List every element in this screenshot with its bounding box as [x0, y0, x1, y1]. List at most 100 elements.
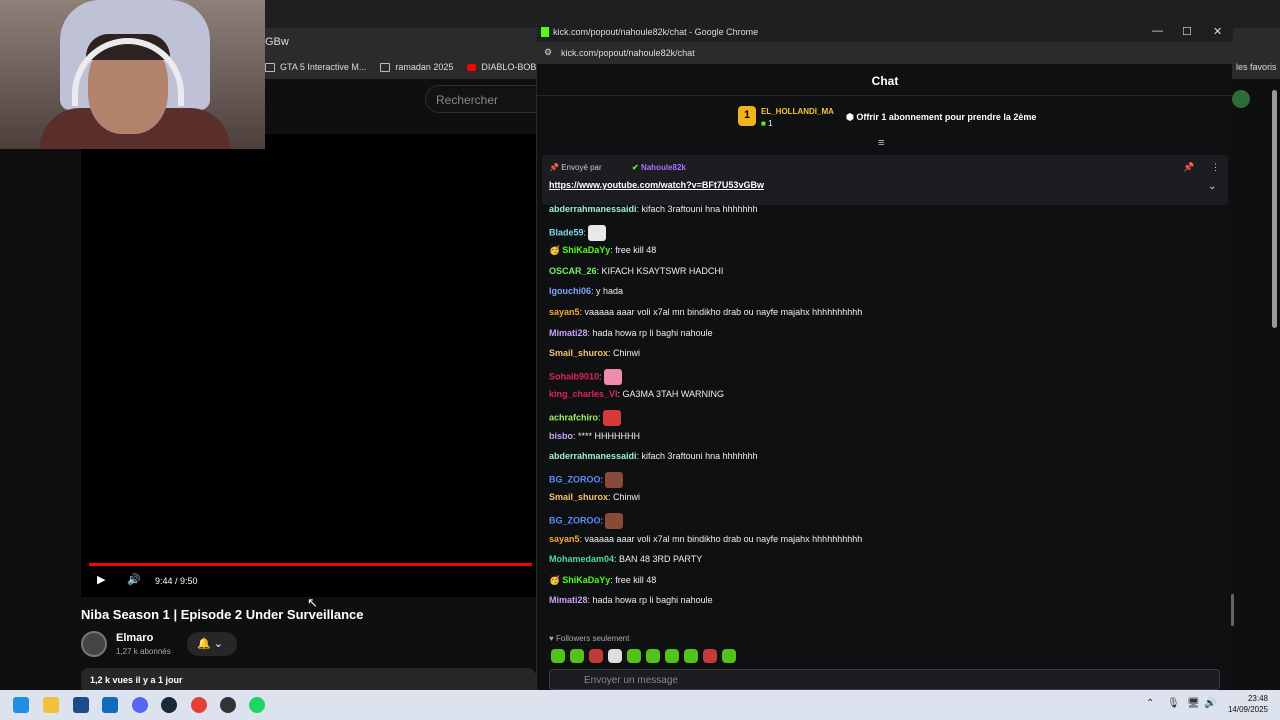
spotify-icon[interactable]	[249, 697, 265, 713]
emote-bar	[551, 649, 736, 663]
chat-message[interactable]: OSCAR_26: KIFACH KSAYTSWR HADCHI	[549, 266, 723, 276]
chat-message[interactable]: Sohaib9010:	[549, 368, 622, 385]
chat-username[interactable]: sayan5	[549, 534, 580, 544]
video-player[interactable]	[81, 134, 536, 597]
chat-message[interactable]: Blade59:	[549, 224, 607, 241]
page-scrollbar[interactable]	[1272, 90, 1277, 328]
chat-message[interactable]: achrafchiro:	[549, 410, 621, 426]
maximize-button[interactable]: ☐	[1182, 25, 1192, 38]
gift-subscription-button[interactable]: ⬢ Offrir 1 abonnement pour prendre la 2è…	[846, 112, 1036, 123]
collapse-icon[interactable]: ≡	[878, 137, 884, 149]
chat-message[interactable]: king_charles_VI: GA3MA 3TAH WARNING	[549, 389, 724, 399]
emote-button[interactable]	[665, 649, 679, 663]
emote-button[interactable]	[722, 649, 736, 663]
background-tab-title[interactable]: GBw	[265, 36, 289, 48]
chat-message[interactable]: Mohamedam04: BAN 48 3RD PARTY	[549, 554, 702, 564]
emote-button[interactable]	[646, 649, 660, 663]
steam-icon[interactable]	[161, 697, 177, 713]
chat-message-input[interactable]: Envoyer un message	[549, 669, 1220, 690]
user-avatar[interactable]	[1232, 90, 1250, 108]
store-icon[interactable]	[73, 697, 89, 713]
chat-message[interactable]: 🥳 ShiKaDaYy: free kill 48	[549, 245, 656, 256]
chat-username[interactable]: Mimati28	[549, 328, 588, 338]
minimize-button[interactable]: —	[1152, 25, 1163, 37]
channel-avatar[interactable]	[81, 631, 107, 657]
emote-button[interactable]	[589, 649, 603, 663]
gift-leaderboard: 1 EL_HOLLANDI_MA ■ 1 ⬢ Offrir 1 abonneme…	[537, 96, 1233, 142]
chat-message[interactable]: Smail_shurox: Chinwi	[549, 492, 640, 502]
chat-username[interactable]: bisbo	[549, 431, 573, 441]
outlook-icon[interactable]	[102, 697, 118, 713]
close-button[interactable]: ✕	[1213, 25, 1222, 38]
mouse-cursor-icon: ↖	[307, 595, 318, 610]
search-input[interactable]: Rechercher	[425, 85, 545, 113]
chat-username[interactable]: Mohamedam04	[549, 554, 614, 564]
subscribe-bell-button[interactable]: 🔔 ⌄	[187, 632, 237, 656]
chat-username[interactable]: lgouchi06	[549, 286, 591, 296]
video-progress-bar[interactable]	[89, 563, 532, 566]
chat-message[interactable]: BG_ZOROO:	[549, 513, 624, 529]
popup-url[interactable]: kick.com/popout/nahoule82k/chat	[561, 48, 695, 58]
windows-start-icon[interactable]	[13, 697, 29, 713]
chevron-down-icon[interactable]: ⌄	[1208, 181, 1216, 192]
chat-username[interactable]: king_charles_VI	[549, 389, 618, 399]
chat-username[interactable]: Smail_shurox	[549, 492, 608, 502]
chat-username[interactable]: Blade59	[549, 227, 584, 237]
chat-message[interactable]: BG_ZOROO:	[549, 471, 624, 488]
emote-button[interactable]	[608, 649, 622, 663]
chat-message[interactable]: abderrahmanessaidi: kifach 3raftouni hna…	[549, 204, 758, 214]
chat-username[interactable]: Mimati28	[549, 595, 588, 605]
volume-icon[interactable]: 🔊	[127, 573, 141, 586]
chat-message[interactable]: sayan5: vaaaaa aaar voli x7al mn bindikh…	[549, 307, 862, 317]
chat-username[interactable]: achrafchiro	[549, 412, 598, 422]
chat-username[interactable]: ShiKaDaYy	[562, 575, 610, 585]
channel-name[interactable]: Elmaro	[116, 632, 153, 644]
network-icon[interactable]: 🖥	[1187, 698, 1200, 709]
chat-username[interactable]: abderrahmanessaidi	[549, 204, 637, 214]
top-gifter-name[interactable]: EL_HOLLANDI_MA	[761, 107, 834, 116]
clock[interactable]: 23:48 14/09/2025	[1226, 693, 1268, 715]
unpin-icon[interactable]: 📌	[1183, 162, 1194, 173]
emote-button[interactable]	[703, 649, 717, 663]
chat-username[interactable]: ShiKaDaYy	[562, 245, 610, 255]
chat-message-list[interactable]: abderrahmanessaidi: kifach 3raftouni hna…	[549, 198, 1219, 628]
emote-image	[602, 410, 621, 426]
pinned-username[interactable]: ✔ Nahoule82k	[632, 163, 686, 172]
chat-username[interactable]: abderrahmanessaidi	[549, 451, 637, 461]
obs-icon[interactable]	[220, 697, 236, 713]
chat-message[interactable]: Mimati28: hada howa rp li baghi nahoule	[549, 328, 713, 338]
site-settings-icon[interactable]: ⚙	[544, 47, 552, 58]
emote-button[interactable]	[570, 649, 584, 663]
chat-message[interactable]: sayan5: vaaaaa aaar voli x7al mn bindikh…	[549, 534, 862, 544]
pinned-link[interactable]: https://www.youtube.com/watch?v=BFt7U53v…	[549, 180, 764, 190]
chat-message[interactable]: Mimati28: hada howa rp li baghi nahoule	[549, 595, 713, 605]
volume-icon[interactable]: 🔊	[1204, 698, 1216, 709]
chat-username[interactable]: BG_ZOROO	[549, 474, 601, 484]
chat-message[interactable]: bisbo: **** HHHHHHH	[549, 431, 640, 441]
bookmark-gta[interactable]: GTA 5 Interactive M...	[265, 62, 366, 72]
chat-username[interactable]: BG_ZOROO	[549, 515, 601, 525]
microphone-icon[interactable]: 🎙	[1167, 698, 1180, 709]
chat-message[interactable]: 🥳 ShiKaDaYy: free kill 48	[549, 575, 656, 586]
chat-scrollbar[interactable]	[1231, 594, 1234, 626]
play-button[interactable]: ▶	[97, 573, 105, 586]
all-bookmarks-link[interactable]: les favoris	[1236, 62, 1277, 72]
emote-button[interactable]	[551, 649, 565, 663]
chat-message[interactable]: abderrahmanessaidi: kifach 3raftouni hna…	[549, 451, 758, 461]
chat-message[interactable]: Smail_shurox: Chinwi	[549, 348, 640, 358]
chat-username[interactable]: Sohaib9010	[549, 371, 599, 381]
discord-icon[interactable]	[132, 697, 148, 713]
chat-username[interactable]: OSCAR_26	[549, 266, 597, 276]
video-description-meta[interactable]: 1,2 k vues il y a 1 jour	[81, 668, 536, 690]
chevron-up-icon[interactable]: ⌃	[1146, 698, 1154, 709]
chat-message[interactable]: lgouchi06: y hada	[549, 286, 623, 296]
emote-button[interactable]	[627, 649, 641, 663]
popup-url-bar[interactable]: ⚙ kick.com/popout/nahoule82k/chat	[537, 42, 1233, 64]
emote-button[interactable]	[684, 649, 698, 663]
chat-username[interactable]: Smail_shurox	[549, 348, 608, 358]
chat-username[interactable]: sayan5	[549, 307, 580, 317]
more-options-icon[interactable]: ⋮	[1211, 162, 1220, 173]
bookmark-ramadan[interactable]: ramadan 2025	[380, 62, 453, 72]
chrome-icon[interactable]	[191, 697, 207, 713]
file-explorer-icon[interactable]	[43, 697, 59, 713]
